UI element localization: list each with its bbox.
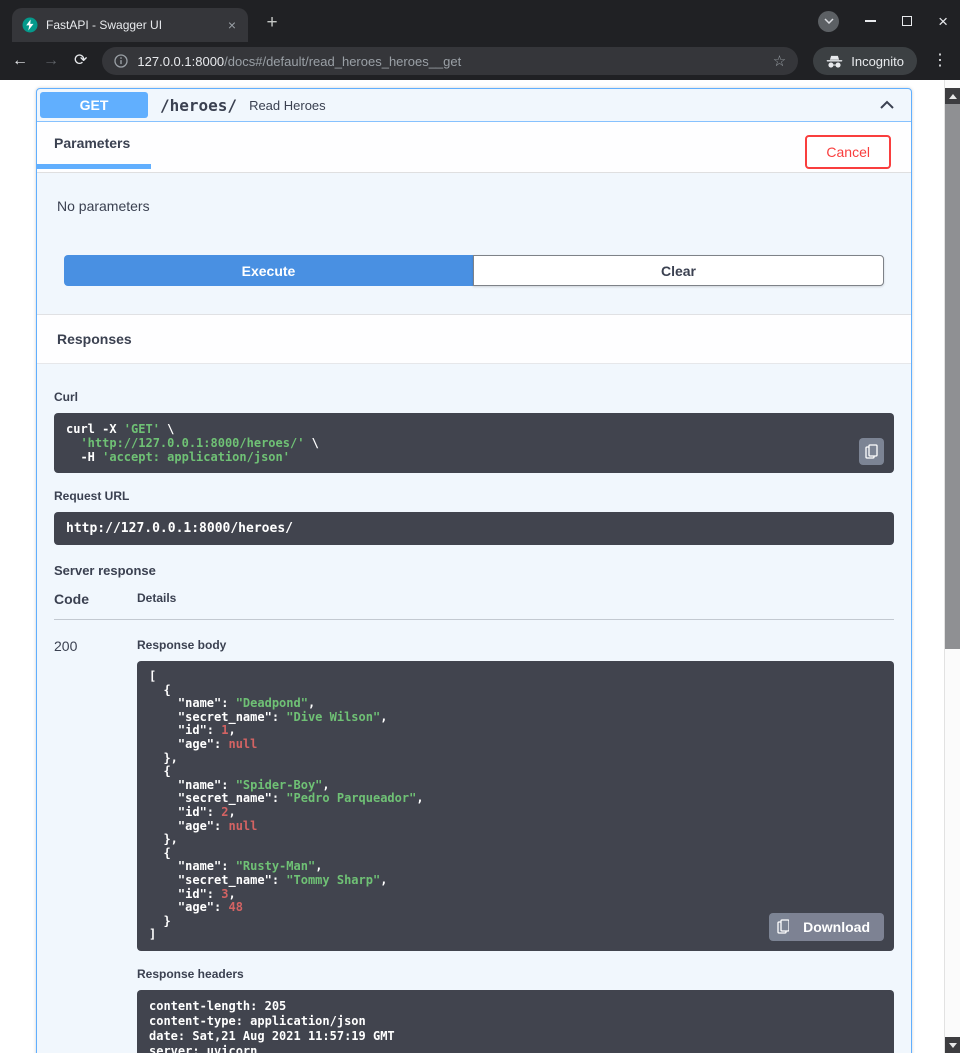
bookmark-star-icon[interactable]: ☆: [773, 54, 786, 69]
response-table-header: Code Details: [54, 591, 894, 620]
opblock-get-heroes: GET /heroes/ Read Heroes Parameters Canc…: [36, 88, 912, 1053]
url-path: /docs#/default/read_heroes_heroes__get: [224, 54, 461, 69]
cancel-button[interactable]: Cancel: [805, 135, 891, 169]
site-info-icon[interactable]: [114, 54, 128, 68]
scroll-thumb[interactable]: [945, 104, 960, 649]
request-url-value: http://127.0.0.1:8000/heroes/: [66, 521, 293, 536]
page-scrollbar[interactable]: [944, 80, 960, 1053]
curl-label: Curl: [54, 390, 894, 404]
scroll-down-button[interactable]: [945, 1037, 960, 1053]
details-column-header: Details: [137, 591, 176, 607]
window-minimize-button[interactable]: [865, 20, 876, 22]
endpoint-path: /heroes/: [160, 96, 237, 115]
titlebar-avatar-icon[interactable]: [818, 11, 839, 32]
browser-toolbar: ← → ⟳ 127.0.0.1:8000/docs#/default/read_…: [0, 42, 960, 80]
clipboard-icon: [777, 919, 790, 934]
clear-button[interactable]: Clear: [473, 255, 884, 286]
request-url-block: http://127.0.0.1:8000/heroes/: [54, 512, 894, 545]
code-column-header: Code: [54, 591, 137, 607]
clipboard-icon: [865, 444, 878, 459]
back-icon[interactable]: ←: [12, 53, 28, 69]
address-bar[interactable]: 127.0.0.1:8000/docs#/default/read_heroes…: [102, 47, 798, 75]
copy-curl-button[interactable]: [859, 438, 884, 465]
fastapi-favicon-icon: [22, 17, 38, 33]
execute-row: Execute Clear: [37, 255, 911, 314]
response-body-block: [ { "name": "Deadpond", "secret_name": "…: [137, 661, 894, 951]
new-tab-button[interactable]: +: [260, 11, 284, 35]
tab-close-icon[interactable]: ×: [224, 18, 240, 32]
refresh-icon[interactable]: ⟳: [74, 53, 87, 69]
forward-icon: →: [43, 53, 59, 69]
url-host: 127.0.0.1:8000: [137, 54, 224, 69]
swagger-page: GET /heroes/ Read Heroes Parameters Canc…: [0, 80, 960, 1053]
response-body-label: Response body: [137, 638, 894, 652]
responses-header-row: Responses: [37, 314, 911, 364]
browser-titlebar: FastAPI - Swagger UI × + ×: [0, 0, 960, 42]
response-headers-block: content-length: 205content-type: applica…: [137, 990, 894, 1053]
server-response-label: Server response: [54, 563, 894, 578]
request-url-label: Request URL: [54, 489, 894, 503]
download-button[interactable]: Download: [789, 913, 884, 941]
browser-tab[interactable]: FastAPI - Swagger UI ×: [12, 8, 248, 42]
endpoint-summary: Read Heroes: [249, 98, 877, 113]
incognito-icon: [826, 54, 843, 69]
browser-menu-icon[interactable]: ⋮: [932, 53, 948, 69]
incognito-badge: Incognito: [813, 47, 917, 75]
status-code: 200: [54, 638, 137, 1053]
tab-title: FastAPI - Swagger UI: [46, 18, 216, 32]
incognito-label: Incognito: [851, 54, 904, 69]
response-headers-label: Response headers: [137, 967, 894, 981]
scroll-up-button[interactable]: [945, 88, 960, 104]
window-maximize-button[interactable]: [902, 16, 912, 26]
curl-code-block: curl -X 'GET' \ 'http://127.0.0.1:8000/h…: [54, 413, 894, 473]
tab-parameters[interactable]: Parameters: [37, 135, 151, 169]
parameters-title: Parameters: [54, 135, 130, 151]
method-badge: GET: [40, 92, 148, 118]
parameters-header-row: Parameters Cancel: [37, 122, 911, 173]
execute-button[interactable]: Execute: [64, 255, 473, 286]
collapse-chevron-icon[interactable]: [877, 95, 897, 115]
responses-body: Curl curl -X 'GET' \ 'http://127.0.0.1:8…: [37, 364, 911, 1053]
url-text[interactable]: 127.0.0.1:8000/docs#/default/read_heroes…: [137, 54, 763, 69]
window-close-button[interactable]: ×: [938, 13, 948, 30]
opblock-summary[interactable]: GET /heroes/ Read Heroes: [37, 89, 911, 122]
response-table-row: 200 Response body [ { "name": "Deadpond"…: [54, 620, 894, 1053]
responses-title: Responses: [57, 331, 132, 347]
no-parameters-text: No parameters: [37, 173, 911, 255]
